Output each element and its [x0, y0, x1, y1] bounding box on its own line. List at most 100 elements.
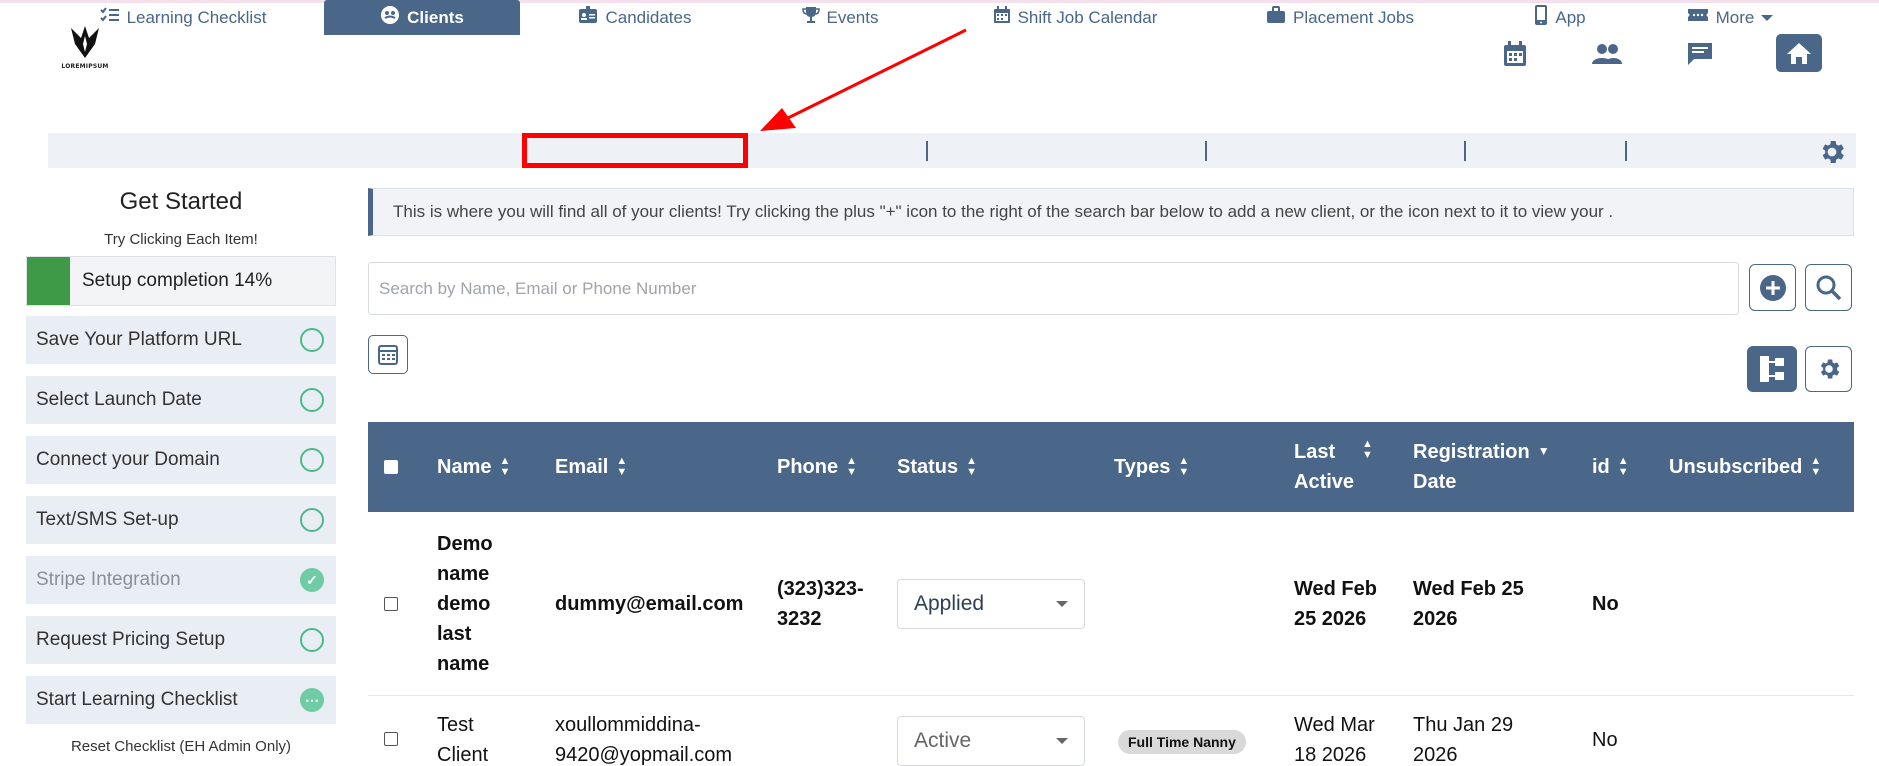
sort-icon: ▲ ▼ — [846, 455, 858, 478]
home-icon — [1787, 43, 1811, 64]
column-header-name[interactable]: Name ▲ ▼ — [437, 422, 510, 512]
tab-learning-checklist[interactable]: Learning Checklist — [48, 0, 318, 35]
setup-progress: Setup completion 14% — [26, 256, 336, 306]
unchecked-circle-icon — [300, 328, 324, 352]
checklist-item-sms-setup[interactable]: Text/SMS Set-up — [26, 496, 336, 544]
checklist-item-platform-url[interactable]: Save Your Platform URL — [26, 316, 336, 364]
table-icon — [378, 344, 398, 365]
chat-icon[interactable] — [1680, 34, 1720, 74]
table-row[interactable]: Test Client xoullommiddina- 9420@yopmail… — [368, 696, 1854, 766]
nav-divider — [1625, 141, 1627, 161]
calendar-icon[interactable] — [1495, 34, 1535, 74]
phone-icon — [1534, 5, 1548, 30]
main-nav — [48, 133, 1856, 168]
nav-divider — [1464, 141, 1466, 161]
table-header: Name ▲ ▼ Email ▲ ▼ Phone ▲ ▼ Status ▲ ▼ Type… — [368, 422, 1854, 512]
cell-phone: (323)323- 3232 — [777, 578, 864, 630]
type-badge: Full Time Nanny — [1118, 730, 1246, 754]
sort-desc-icon: ▼ — [1537, 444, 1550, 458]
nav-divider — [1205, 141, 1207, 161]
table-settings-button[interactable] — [1805, 346, 1852, 392]
plus-circle-icon — [1759, 274, 1786, 301]
column-header-phone[interactable]: Phone ▲ ▼ — [777, 422, 857, 512]
cell-registration-date: Wed Feb 25 2026 — [1413, 578, 1524, 630]
tab-app[interactable]: App — [1500, 0, 1620, 35]
spreadsheet-button[interactable] — [368, 335, 408, 374]
home-button[interactable] — [1776, 34, 1822, 72]
column-header-registration-date[interactable]: Registration Date ▼ — [1413, 422, 1550, 512]
tab-shift-job-calendar[interactable]: Shift Job Calendar — [960, 0, 1190, 35]
cell-name: Demo name demo last name — [437, 533, 493, 675]
reset-checklist-link[interactable]: Reset Checklist (EH Admin Only) — [26, 738, 336, 755]
checklist-item-launch-date[interactable]: Select Launch Date — [26, 376, 336, 424]
cell-email: xoullommiddina- 9420@yopmail.com — [555, 714, 733, 766]
info-banner: This is where you will find all of your … — [368, 188, 1854, 236]
briefcase-icon — [1266, 6, 1286, 29]
add-client-button[interactable] — [1749, 264, 1796, 311]
tab-placement-jobs[interactable]: Placement Jobs — [1240, 0, 1440, 35]
column-header-status[interactable]: Status ▲ ▼ — [897, 422, 977, 512]
people-icon[interactable] — [1587, 34, 1627, 74]
sidebar-subtitle: Try Clicking Each Item! — [104, 231, 258, 248]
id-card-icon — [578, 6, 598, 29]
unchecked-circle-icon — [300, 448, 324, 472]
chevron-down-icon — [1056, 738, 1068, 744]
cell-registration-date: Thu Jan 29 2026 — [1413, 714, 1514, 766]
checklist-item-pricing-setup[interactable]: Request Pricing Setup — [26, 616, 336, 664]
hierarchy-view-button[interactable] — [1747, 346, 1797, 392]
table-row[interactable]: Demo name demo last name dummy@email.com… — [368, 512, 1854, 696]
gear-icon — [1820, 359, 1839, 379]
sort-icon: ▲ ▼ — [1178, 455, 1190, 478]
column-header-unsubscribed[interactable]: Unsubscribed ▲ ▼ — [1669, 422, 1821, 512]
cell-last-active: Wed Feb 25 2026 — [1294, 578, 1377, 630]
sidebar-title: Get Started — [119, 188, 243, 215]
checklist-item-learning-checklist[interactable]: Start Learning Checklist ⋯ — [26, 676, 336, 724]
chevron-down-icon — [1056, 601, 1068, 607]
sort-icon: ▲ ▼ — [966, 455, 978, 478]
row-checkbox[interactable] — [384, 597, 398, 611]
chevron-down-icon — [1761, 14, 1774, 21]
cell-unsubscribed: No — [1592, 729, 1618, 751]
checklist-icon — [99, 7, 120, 28]
search-icon — [1816, 275, 1841, 300]
sort-icon: ▲ ▼ — [1810, 455, 1822, 478]
unchecked-circle-icon — [300, 388, 324, 412]
trophy-icon — [801, 6, 820, 29]
unchecked-circle-icon — [300, 628, 324, 652]
progress-fill — [27, 257, 70, 305]
settings-gear-icon[interactable] — [1817, 137, 1847, 167]
candidates-highlight-box — [522, 133, 748, 168]
unchecked-circle-icon — [300, 508, 324, 532]
cell-name: Test Client — [437, 714, 489, 766]
cell-unsubscribed: No — [1592, 593, 1619, 615]
column-header-email[interactable]: Email ▲ ▼ — [555, 422, 627, 512]
clients-icon — [380, 5, 400, 30]
column-header-last-active[interactable]: Last Active ▲ ▼ — [1294, 422, 1373, 512]
ticket-icon — [1687, 7, 1709, 28]
column-header-types[interactable]: Types ▲ ▼ — [1114, 422, 1189, 512]
search-input[interactable] — [368, 262, 1739, 315]
ellipsis-circle-icon: ⋯ — [300, 688, 324, 712]
sort-icon: ▲ ▼ — [616, 455, 628, 478]
status-select[interactable]: Active — [897, 716, 1085, 766]
sort-icon: ▲ ▼ — [1362, 438, 1373, 461]
checklist-item-connect-domain[interactable]: Connect your Domain — [26, 436, 336, 484]
sort-icon: ▲ ▼ — [499, 455, 511, 478]
cell-email: dummy@email.com — [555, 593, 744, 615]
status-select[interactable]: Applied — [897, 579, 1085, 629]
calendar-icon — [993, 6, 1011, 29]
tab-events[interactable]: Events — [770, 0, 910, 35]
row-checkbox[interactable] — [384, 732, 398, 746]
select-all-checkbox[interactable] — [384, 422, 398, 512]
cell-last-active: Wed Mar 18 2026 — [1294, 714, 1375, 766]
checklist-item-stripe[interactable]: Stripe Integration ✓ — [26, 556, 336, 604]
sitemap-icon — [1760, 356, 1784, 382]
search-button[interactable] — [1805, 264, 1852, 311]
tab-more-dropdown[interactable]: More — [1660, 0, 1800, 35]
logo-text: LOREMIPSUM — [61, 63, 109, 70]
column-header-id[interactable]: id ▲ ▼ — [1592, 422, 1629, 512]
progress-label: Setup completion 14% — [82, 270, 273, 291]
nav-divider — [926, 141, 928, 161]
tab-clients[interactable]: Clients — [324, 0, 520, 35]
tab-candidates[interactable]: Candidates — [527, 0, 743, 35]
